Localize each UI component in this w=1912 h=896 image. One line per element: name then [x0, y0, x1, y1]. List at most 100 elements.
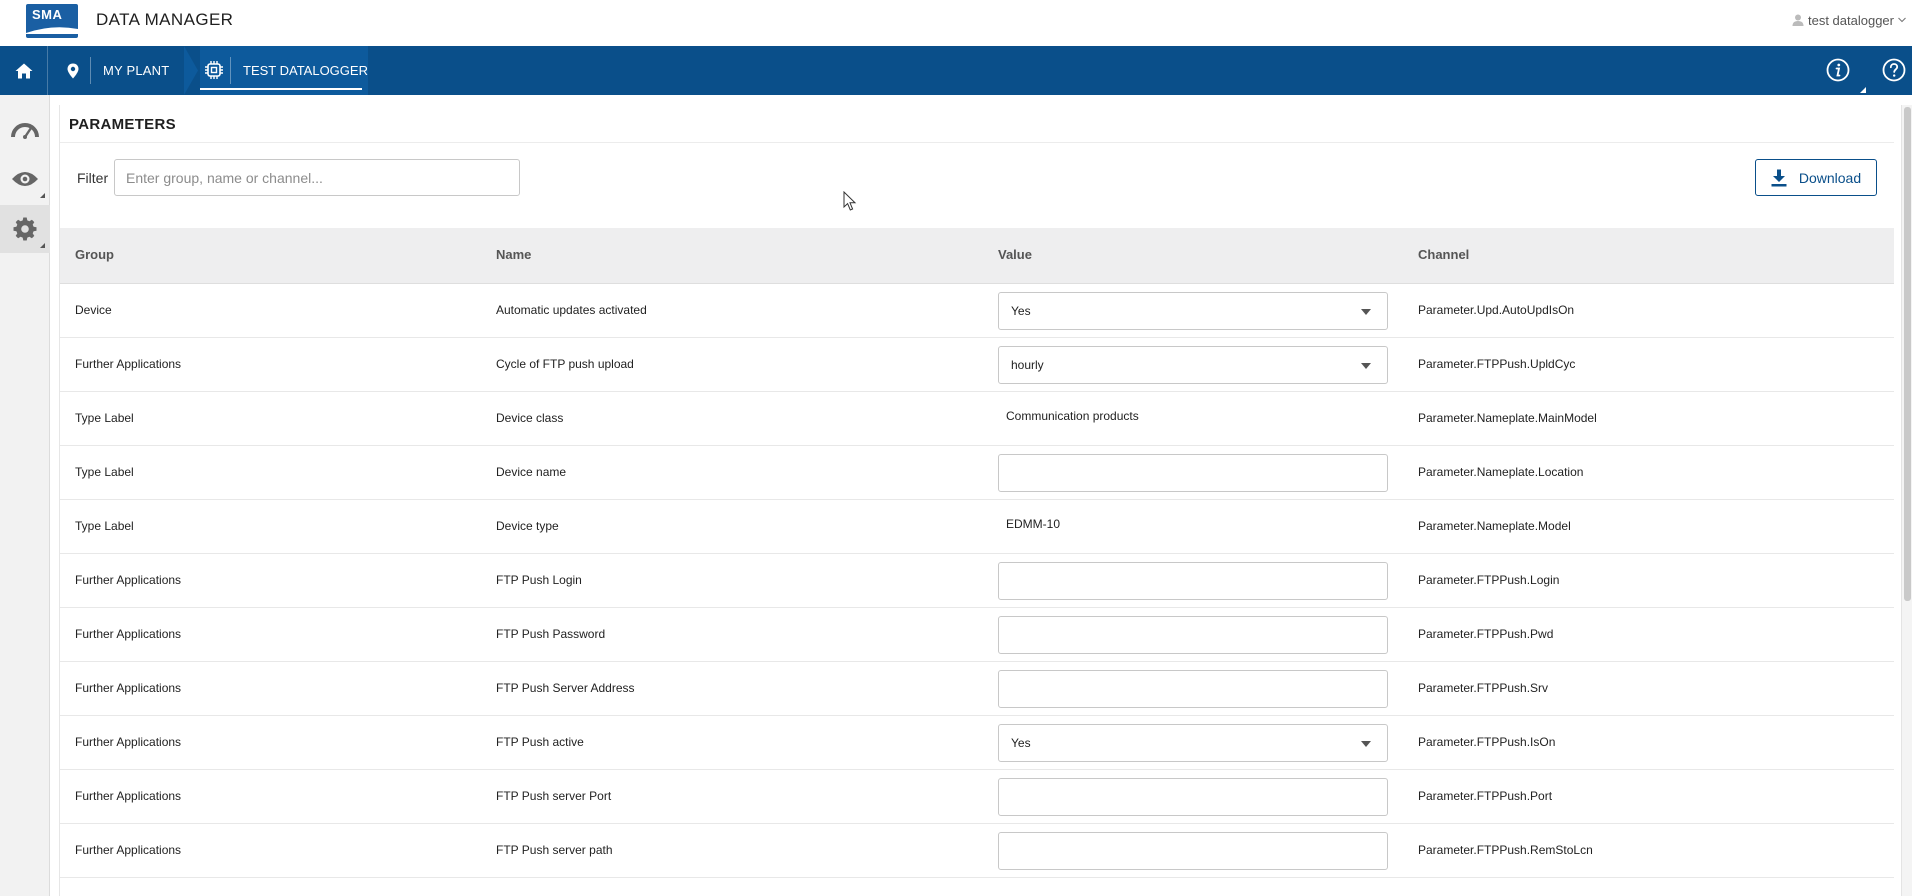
cell-name: FTP Push Server Address — [496, 681, 635, 695]
selected-value: Yes — [1011, 304, 1031, 318]
cell-channel: Parameter.FTPPush.RemStoLcn — [1418, 843, 1593, 857]
value-input[interactable] — [998, 778, 1388, 816]
page-title: PARAMETERS — [69, 116, 176, 133]
cell-group: Further Applications — [75, 627, 182, 641]
logo-swoosh-icon — [26, 27, 78, 34]
nav-divider — [90, 57, 91, 84]
table-row: Further Applications FTP Push server Port… — [60, 770, 1894, 824]
nav-bar: MY PLANT TEST DATALOGGER — [0, 46, 1912, 95]
parameters-table: Group Name Value Channel Device Automatic… — [60, 228, 1894, 878]
table-row: Further Applications FTP Push Login Parame… — [60, 554, 1894, 608]
column-header-channel[interactable]: Channel — [1418, 247, 1469, 262]
submenu-indicator — [40, 193, 45, 198]
eye-icon — [12, 172, 38, 186]
sma-logo[interactable]: SMA — [26, 4, 78, 38]
breadcrumb-label: TEST DATALOGGER — [243, 63, 368, 78]
vertical-scrollbar[interactable] — [1901, 105, 1912, 896]
table-row: Further Applications FTP Push Server Addr… — [60, 662, 1894, 716]
help-icon[interactable] — [1882, 58, 1906, 82]
rail-item-monitoring[interactable] — [0, 155, 50, 203]
app-title: DATA MANAGER — [96, 10, 234, 29]
cell-group: Type Label — [75, 465, 134, 479]
cell-name: FTP Push server path — [496, 843, 613, 857]
left-rail — [0, 95, 50, 896]
info-icon[interactable] — [1826, 58, 1850, 82]
cell-name: Device class — [496, 411, 564, 425]
user-name: test datalogger — [1807, 12, 1894, 28]
selected-value: hourly — [1011, 358, 1044, 372]
table-row: Further Applications Cycle of FTP push up… — [60, 338, 1894, 392]
cell-channel: Parameter.FTPPush.Srv — [1418, 681, 1549, 695]
table-row: Further Applications FTP Push active Yes Pa… — [60, 716, 1894, 770]
cell-name: Device name — [496, 465, 567, 479]
download-button[interactable]: Download — [1755, 159, 1877, 196]
cell-channel: Parameter.Nameplate.Model — [1418, 519, 1571, 533]
dropdown-caret-icon — [1361, 309, 1371, 315]
location-pin-icon — [67, 63, 79, 78]
cell-group: Further Applications — [75, 573, 182, 587]
selected-value: Yes — [1011, 736, 1031, 750]
chip-icon — [205, 61, 223, 79]
cell-channel: Parameter.Upd.AutoUpdIsOn — [1418, 303, 1575, 317]
table-header: Group Name Value Channel — [60, 228, 1894, 284]
cell-channel: Parameter.Nameplate.MainModel — [1418, 411, 1597, 425]
table-row: Further Applications FTP Push Password Par… — [60, 608, 1894, 662]
cell-channel: Parameter.FTPPush.Port — [1418, 789, 1553, 803]
cell-group: Further Applications — [75, 789, 182, 803]
scrollbar-thumb[interactable] — [1904, 107, 1911, 601]
cell-group: Further Applications — [75, 843, 182, 857]
value-input[interactable] — [998, 562, 1388, 600]
top-bar: SMA DATA MANAGER test datalogger — [0, 0, 1912, 46]
cell-group: Device — [75, 303, 112, 317]
rail-item-configuration[interactable] — [0, 205, 50, 253]
mouse-cursor-icon — [843, 191, 857, 211]
cell-name: FTP Push Password — [496, 627, 606, 641]
cell-name: Device type — [496, 519, 559, 533]
rail-item-dashboard[interactable] — [0, 106, 50, 154]
download-label: Download — [1798, 169, 1862, 186]
value-input[interactable] — [998, 454, 1388, 492]
value-select[interactable]: Yes — [998, 292, 1388, 330]
breadcrumb-separator-icon — [184, 46, 198, 95]
chevron-down-icon — [1898, 17, 1906, 23]
cell-channel: Parameter.FTPPush.IsOn — [1418, 735, 1556, 749]
cell-channel: Parameter.FTPPush.Pwd — [1418, 627, 1554, 641]
value-select[interactable]: Yes — [998, 724, 1388, 762]
table-body: Device Automatic updates activated Yes Para… — [60, 284, 1894, 878]
cell-name: FTP Push server Port — [496, 789, 612, 803]
value-input[interactable] — [998, 832, 1388, 870]
table-row: Device Automatic updates activated Yes Para… — [60, 284, 1894, 338]
value-select[interactable]: hourly — [998, 346, 1388, 384]
nav-corner-marker — [1860, 87, 1866, 93]
value-readonly: EDMM-10 — [1006, 517, 1061, 531]
gauge-icon — [11, 123, 39, 139]
cell-group: Further Applications — [75, 681, 182, 695]
divider — [60, 142, 1894, 143]
value-input[interactable] — [998, 616, 1388, 654]
filter-label: Filter — [77, 170, 109, 186]
nav-divider — [230, 57, 231, 84]
logo-text: SMA — [32, 7, 63, 22]
cell-name: Cycle of FTP push upload — [496, 357, 634, 371]
filter-input[interactable] — [114, 159, 520, 196]
cell-group: Type Label — [75, 519, 134, 533]
main-panel: PARAMETERS Filter Download Group Name Va… — [59, 105, 1894, 896]
breadcrumb-my-plant[interactable]: MY PLANT — [103, 63, 169, 78]
cell-group: Further Applications — [75, 735, 182, 749]
dropdown-caret-icon — [1361, 741, 1371, 747]
breadcrumb-test-datalogger[interactable]: TEST DATALOGGER — [200, 46, 368, 95]
column-header-name[interactable]: Name — [496, 247, 531, 262]
cell-group: Type Label — [75, 411, 134, 425]
home-button[interactable] — [0, 46, 48, 95]
user-icon — [1792, 14, 1804, 26]
submenu-indicator — [40, 243, 45, 248]
breadcrumb-my-plant-icon-wrap[interactable] — [56, 46, 90, 95]
value-input[interactable] — [998, 670, 1388, 708]
cell-name: FTP Push Login — [496, 573, 582, 587]
column-header-value[interactable]: Value — [998, 247, 1032, 262]
user-menu[interactable]: test datalogger — [1792, 10, 1912, 30]
column-header-group[interactable]: Group — [75, 247, 114, 262]
cell-group: Further Applications — [75, 357, 182, 371]
download-icon — [1771, 169, 1787, 186]
cell-name: FTP Push active — [496, 735, 584, 749]
